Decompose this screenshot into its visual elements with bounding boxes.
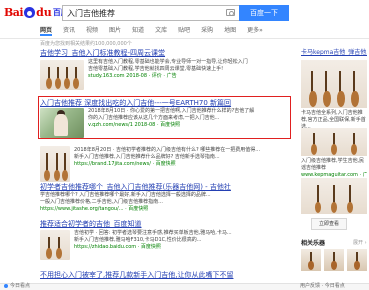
related-instrument-item[interactable] xyxy=(324,249,344,271)
result-title[interactable]: 推荐适合初学者的吉他_百度知道 xyxy=(40,219,290,229)
tab-images[interactable]: 图片 xyxy=(109,25,121,36)
search-result: 不用担心入门被宰了,推荐几款新手入门吉他,让你从此嘴下不留 xyxy=(40,270,290,280)
result-title[interactable]: 吉他学习_吉他入门标准教程-四周云课堂 xyxy=(40,48,290,58)
guitar-thumbnail[interactable] xyxy=(40,60,84,90)
related-expand-link[interactable]: 展开 › xyxy=(353,239,367,246)
search-result-highlighted: 入门吉他推荐 深度找出吃的入门吉他---一号EARTH70 新篇回 2018年8… xyxy=(40,98,290,138)
baidu-logo[interactable]: Bai du 百度 xyxy=(4,3,69,21)
result-snippet: 新手入门吉他推荐,雅马哈F310,卡马D1C,性价比很高的... xyxy=(74,237,202,243)
guitar-thumbnail[interactable] xyxy=(40,146,70,182)
search-result: 吉他学习_吉他入门标准教程-四周云课堂 这里有吉他入门教程,零基础也能学会,专业… xyxy=(40,48,290,90)
sidebar-ad-title[interactable]: 卡马kepma吉他_弹吉他入门推荐 xyxy=(301,48,367,57)
result-snippet: 一般入门吉他推荐价格,二手吉他,入门级吉他推荐指南... xyxy=(40,199,163,205)
related-heading: 相关乐器 xyxy=(301,240,326,247)
search-result: 推荐适合初学者的吉他_百度知道 吉他初学 · 回答: 初学者选琴要注意手感,推荐… xyxy=(40,219,290,260)
video-thumbnail[interactable] xyxy=(40,108,84,138)
search-result: 初学者吉他推荐哪个_吉他入门吉他推荐(乐器吉他网) - 吉他社 学吉他推荐哪个?… xyxy=(40,182,290,213)
search-button[interactable]: 百度一下 xyxy=(239,5,289,21)
bottom-right-links[interactable]: 用户反馈 · 今日看点 xyxy=(300,283,345,290)
paw-icon xyxy=(24,6,36,18)
logo-text-du: du xyxy=(36,5,52,19)
result-snippet: 这里有吉他入门教程,零基础也能学会,专业导师一对一指导,让你轻松入门 xyxy=(88,59,248,65)
result-url[interactable]: https://zhidao.baidu.com · 百度快照 xyxy=(74,244,288,251)
related-instruments xyxy=(301,249,367,271)
result-url[interactable]: v.qzh.com/news/1 2018-08 · 百度快照 xyxy=(88,122,288,129)
tab-tieba[interactable]: 贴吧 xyxy=(178,25,190,36)
header-divider xyxy=(0,38,369,39)
result-snippet: 吉他初学 · 回答: 初学者选琴要注意手感,推荐买单板吉他,雅马哈,卡马... xyxy=(74,230,232,236)
sidebar-ad-footer: 入门级吉他推荐,学生吉他,民谣吉他推荐 www.kepmaguitar.com … xyxy=(301,158,367,179)
tab-news[interactable]: 资讯 xyxy=(63,25,75,36)
search-tabs: 网页 资讯 视频 图片 知道 文库 贴吧 采购 地图 更多» xyxy=(40,25,263,36)
guitar-thumbnail[interactable] xyxy=(301,128,367,156)
result-url[interactable]: https://brand.17jita.com/news/ · 百度快照 xyxy=(74,161,288,168)
result-url[interactable]: study.163.com 2018-08 · 评价 · 广告 xyxy=(88,73,288,80)
guitar-thumbnail[interactable] xyxy=(301,178,367,214)
related-instrument-item[interactable] xyxy=(347,249,367,271)
result-snippet: 你的入门吉他推荐应该从这几个方面来考虑,一把入门吉他... xyxy=(88,115,220,121)
tab-caigou[interactable]: 采购 xyxy=(201,25,213,36)
result-snippet: 新手入门吉他推荐,入门吉他推荐什么品牌好? 吉他新手选琴指南... xyxy=(74,154,220,160)
tab-more[interactable]: 更多» xyxy=(247,25,263,36)
tab-web[interactable]: 网页 xyxy=(40,25,53,36)
bottom-left-label: 今日看点 xyxy=(10,283,31,289)
tab-map[interactable]: 地图 xyxy=(224,25,236,36)
tab-zhidao[interactable]: 知道 xyxy=(132,25,144,36)
result-count: 百度为您找到相关结果约100,000,000个 xyxy=(40,41,132,47)
camera-icon[interactable] xyxy=(226,9,235,16)
result-title[interactable]: 不用担心入门被宰了,推荐几款新手入门吉他,让你从此嘴下不留 xyxy=(40,270,290,280)
sidebar-ad: 卡马kepma吉他_弹吉他入门推荐 xyxy=(301,48,367,57)
tab-video[interactable]: 视频 xyxy=(86,25,98,36)
related-instrument-item[interactable] xyxy=(301,249,321,271)
result-url[interactable]: https://www.jitashe.org/tangou/... · 百度快… xyxy=(40,206,290,213)
result-title[interactable]: 入门吉他推荐 深度找出吃的入门吉他---一号EARTH70 新篇回 xyxy=(40,98,290,108)
result-snippet: 学吉他推荐哪个? 入门吉他推荐哪个最好,新手入门吉他选择一般选择的品牌... xyxy=(40,192,211,198)
logo-text-bai: Bai xyxy=(4,5,24,19)
guitar-thumbnail[interactable] xyxy=(301,60,367,108)
result-snippet: 2018年8月20日 · 吉他初学者推荐的入门级吉他有什么? 哪些推荐在一把费用… xyxy=(74,147,261,153)
sidebar-ad-text: 入门级吉他推荐,学生吉他,民谣吉他推荐 xyxy=(301,158,365,171)
result-snippet: 吉他零基础入门教程,学吉他就找四周云课堂,零基础快速上手! xyxy=(88,66,224,72)
search-input[interactable] xyxy=(62,5,239,21)
view-now-button[interactable]: 立即查看 xyxy=(311,218,347,230)
bottom-left-link[interactable]: 今日看点 xyxy=(4,283,30,290)
news-dot-icon xyxy=(4,283,8,288)
tab-wenku[interactable]: 文库 xyxy=(155,25,167,36)
guitar-thumbnail[interactable] xyxy=(40,230,70,260)
result-title[interactable]: 初学者吉他推荐哪个_吉他入门吉他推荐(乐器吉他网) - 吉他社 xyxy=(40,182,290,192)
result-snippet: 2018年8月10日 · 你心爱的第一把吉他啊,入门吉他推荐什么样的?吉他了解 xyxy=(88,108,255,114)
